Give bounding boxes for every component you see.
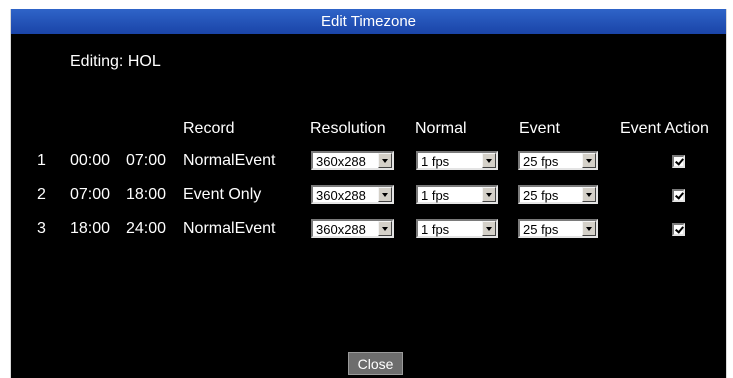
chevron-down-icon[interactable] bbox=[482, 221, 496, 236]
normal-fps-select[interactable]: 1 fps bbox=[416, 219, 498, 238]
normal-fps-select[interactable]: 1 fps bbox=[416, 151, 498, 170]
row-end-time: 24:00 bbox=[126, 220, 167, 237]
header-event-action: Event Action bbox=[620, 120, 709, 137]
row-record-mode: NormalEvent bbox=[183, 152, 276, 169]
resolution-value: 360x288 bbox=[316, 154, 366, 169]
normal-fps-value: 1 fps bbox=[421, 222, 450, 237]
row-end-time: 07:00 bbox=[126, 152, 167, 169]
header-normal: Normal bbox=[415, 120, 467, 137]
edit-timezone-dialog: Edit Timezone Editing: HOL Record Resolu… bbox=[10, 9, 727, 378]
chevron-down-icon[interactable] bbox=[582, 187, 596, 202]
resolution-select[interactable]: 360x288 bbox=[311, 219, 394, 238]
event-fps-value: 25 fps bbox=[523, 222, 559, 237]
event-fps-value: 25 fps bbox=[523, 188, 559, 203]
resolution-value: 360x288 bbox=[316, 222, 366, 237]
header-event: Event bbox=[519, 120, 560, 137]
dialog-title: Edit Timezone bbox=[11, 9, 726, 34]
chevron-down-icon[interactable] bbox=[378, 221, 392, 236]
event-fps-value: 25 fps bbox=[523, 154, 559, 169]
chevron-down-icon[interactable] bbox=[378, 187, 392, 202]
normal-fps-value: 1 fps bbox=[421, 154, 450, 169]
close-button[interactable]: Close bbox=[348, 352, 403, 375]
event-action-checkbox[interactable] bbox=[672, 223, 685, 236]
row-start-time: 07:00 bbox=[70, 186, 111, 203]
chevron-down-icon[interactable] bbox=[582, 221, 596, 236]
header-record: Record bbox=[183, 120, 235, 137]
resolution-select[interactable]: 360x288 bbox=[311, 151, 394, 170]
row-index: 1 bbox=[37, 152, 46, 169]
event-fps-select[interactable]: 25 fps bbox=[518, 151, 598, 170]
normal-fps-select[interactable]: 1 fps bbox=[416, 185, 498, 204]
event-fps-select[interactable]: 25 fps bbox=[518, 219, 598, 238]
normal-fps-value: 1 fps bbox=[421, 188, 450, 203]
row-index: 2 bbox=[37, 186, 46, 203]
event-fps-select[interactable]: 25 fps bbox=[518, 185, 598, 204]
row-index: 3 bbox=[37, 220, 46, 237]
row-record-mode: NormalEvent bbox=[183, 220, 276, 237]
event-action-checkbox[interactable] bbox=[672, 189, 685, 202]
header-resolution: Resolution bbox=[310, 120, 386, 137]
resolution-value: 360x288 bbox=[316, 188, 366, 203]
chevron-down-icon[interactable] bbox=[378, 153, 392, 168]
resolution-select[interactable]: 360x288 bbox=[311, 185, 394, 204]
editing-label: Editing: HOL bbox=[70, 53, 161, 70]
event-action-checkbox[interactable] bbox=[672, 155, 685, 168]
row-record-mode: Event Only bbox=[183, 186, 262, 203]
chevron-down-icon[interactable] bbox=[482, 153, 496, 168]
row-end-time: 18:00 bbox=[126, 186, 167, 203]
chevron-down-icon[interactable] bbox=[582, 153, 596, 168]
row-start-time: 18:00 bbox=[70, 220, 111, 237]
row-start-time: 00:00 bbox=[70, 152, 111, 169]
chevron-down-icon[interactable] bbox=[482, 187, 496, 202]
